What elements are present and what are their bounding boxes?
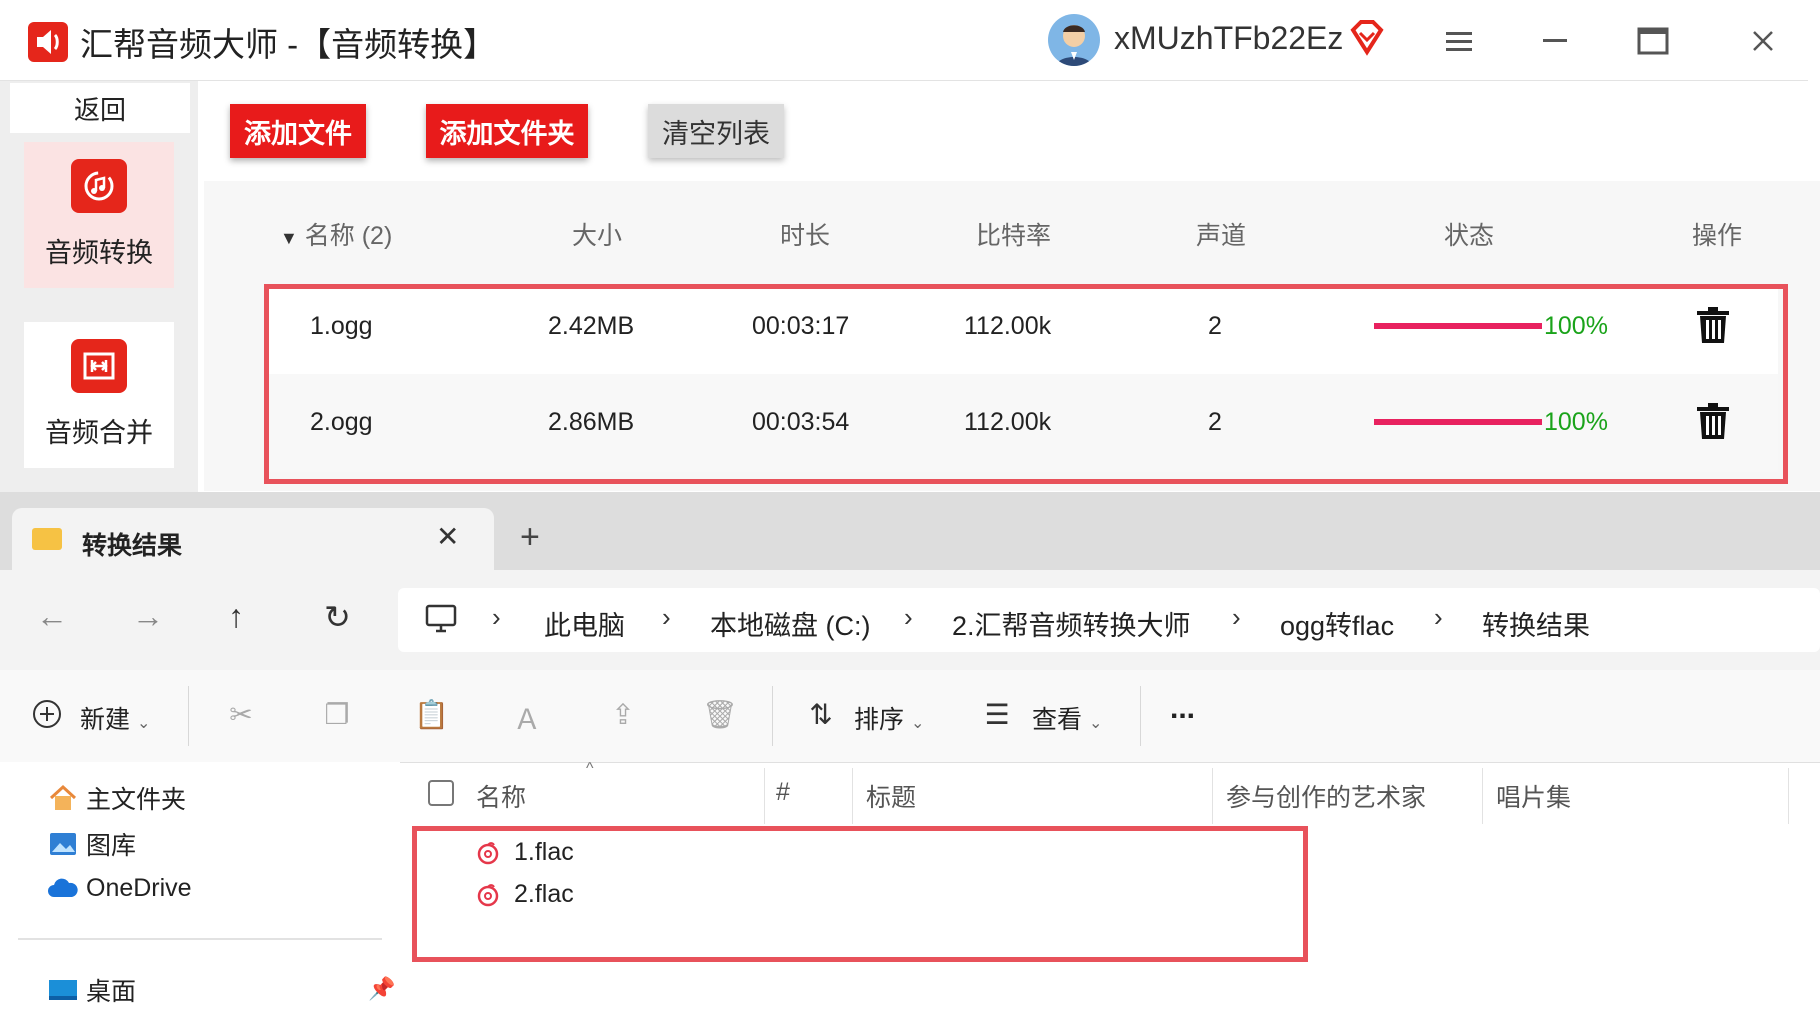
nav-label: 主文件夹 bbox=[86, 786, 187, 814]
divider bbox=[772, 686, 773, 746]
chevron-right-icon: › bbox=[1434, 602, 1443, 632]
rename-icon[interactable]: Ａ bbox=[510, 698, 544, 735]
gallery-icon bbox=[48, 830, 78, 858]
breadcrumb-item[interactable]: 转换结果 bbox=[1482, 604, 1590, 643]
folder-icon bbox=[32, 528, 62, 550]
column-header-action: 操作 bbox=[1692, 222, 1743, 250]
view-list-icon: ☰ bbox=[984, 699, 1010, 730]
chevron-down-icon: ⌄ bbox=[136, 715, 151, 732]
refresh-icon[interactable]: ↻ bbox=[324, 598, 351, 636]
new-tab-icon[interactable]: + bbox=[520, 518, 540, 557]
view-label: 查看 bbox=[1032, 706, 1083, 734]
computer-icon bbox=[424, 604, 458, 634]
sort-up-icon: ^ bbox=[586, 760, 594, 777]
pin-icon[interactable]: 📌 bbox=[368, 976, 395, 1002]
tab-close-icon[interactable]: ✕ bbox=[436, 520, 459, 553]
nav-label: 图库 bbox=[86, 832, 137, 860]
sort-button[interactable]: 排序 ⌄ bbox=[854, 700, 924, 736]
nav-item-onedrive[interactable]: OneDrive bbox=[48, 874, 192, 903]
vip-diamond-icon[interactable] bbox=[1347, 18, 1387, 58]
chevron-down-icon: ⌄ bbox=[1088, 715, 1103, 732]
nav-divider bbox=[18, 938, 382, 940]
nav-item-home[interactable]: 主文件夹 bbox=[48, 780, 186, 816]
cloud-icon bbox=[48, 875, 78, 903]
select-all-checkbox[interactable] bbox=[428, 780, 454, 806]
add-file-button[interactable]: 添加文件 bbox=[230, 104, 366, 158]
column-separator[interactable] bbox=[1788, 768, 1789, 824]
tab-title: 转换结果 bbox=[82, 532, 183, 560]
chevron-right-icon: › bbox=[904, 602, 913, 632]
column-header-bitrate[interactable]: 比特率 bbox=[976, 216, 1051, 252]
maximize-icon[interactable] bbox=[1630, 18, 1676, 64]
new-plus-icon bbox=[30, 698, 64, 732]
nav-item-desktop[interactable]: 桌面 bbox=[48, 972, 136, 1008]
column-header-channels[interactable]: 声道 bbox=[1196, 216, 1246, 252]
nav-label: OneDrive bbox=[86, 874, 192, 902]
cut-icon[interactable]: ✂ bbox=[224, 698, 258, 732]
back-button[interactable]: 返回 bbox=[10, 83, 190, 133]
breadcrumb-item[interactable]: 2.汇帮音频转换大师 bbox=[952, 604, 1191, 643]
column-header-size[interactable]: 大小 bbox=[572, 216, 622, 252]
chevron-right-icon: › bbox=[1232, 602, 1241, 632]
chevron-down-icon: ⌄ bbox=[910, 715, 925, 732]
sidebar-item-label: 音频合并 bbox=[45, 418, 153, 448]
column-header-album[interactable]: 唱片集 bbox=[1496, 778, 1571, 814]
new-label: 新建 bbox=[80, 706, 131, 734]
audio-merge-icon bbox=[71, 339, 127, 393]
paste-icon[interactable]: 📋 bbox=[414, 698, 449, 732]
desktop-icon bbox=[48, 976, 78, 1004]
copy-icon[interactable]: ❐ bbox=[320, 698, 354, 732]
column-header-name[interactable]: ▼ 名称 (2) bbox=[280, 216, 392, 252]
home-icon bbox=[48, 784, 78, 812]
avatar[interactable] bbox=[1048, 14, 1100, 66]
column-header-artist[interactable]: 参与创作的艺术家 bbox=[1226, 778, 1426, 814]
column-separator[interactable] bbox=[764, 768, 765, 824]
sort-down-icon: ▼ bbox=[280, 228, 298, 248]
back-arrow-icon[interactable]: ← bbox=[36, 598, 68, 635]
minimize-icon[interactable] bbox=[1532, 18, 1578, 64]
chevron-right-icon: › bbox=[662, 602, 671, 632]
column-header-number[interactable]: # bbox=[776, 778, 790, 807]
breadcrumb-item[interactable]: 本地磁盘 (C:) bbox=[710, 604, 870, 643]
column-header-name[interactable]: 名称 bbox=[476, 778, 526, 814]
column-header-title[interactable]: 标题 bbox=[866, 778, 916, 814]
column-separator[interactable] bbox=[1212, 768, 1213, 824]
chevron-right-icon: › bbox=[492, 602, 501, 632]
close-icon[interactable] bbox=[1740, 18, 1786, 64]
sidebar-item-label: 音频转换 bbox=[45, 238, 153, 268]
view-button[interactable]: 查看 ⌄ bbox=[1032, 700, 1102, 736]
column-header-status[interactable]: 状态 bbox=[1444, 216, 1494, 252]
share-icon[interactable]: ⇪ bbox=[606, 698, 640, 732]
sort-icon: ⇅ bbox=[809, 699, 833, 730]
username[interactable]: xMUzhTFb22Ez bbox=[1114, 20, 1343, 57]
more-options-icon[interactable]: ... bbox=[1170, 692, 1195, 726]
divider bbox=[188, 686, 189, 746]
nav-label: 桌面 bbox=[86, 978, 137, 1006]
highlight-box bbox=[264, 284, 1788, 484]
nav-item-gallery[interactable]: 图库 bbox=[48, 826, 136, 862]
sort-label: 排序 bbox=[854, 706, 905, 734]
column-header-label: 名称 (2) bbox=[304, 222, 393, 250]
up-arrow-icon[interactable]: ↑ bbox=[228, 598, 244, 635]
audio-convert-icon bbox=[71, 159, 127, 213]
app-title: 汇帮音频大师 -【音频转换】 bbox=[80, 26, 497, 63]
app-logo-icon bbox=[28, 22, 68, 62]
menu-icon[interactable] bbox=[1436, 18, 1482, 64]
column-header-duration[interactable]: 时长 bbox=[780, 216, 830, 252]
add-folder-button[interactable]: 添加文件夹 bbox=[426, 104, 588, 158]
breadcrumb-item[interactable]: ogg转flac bbox=[1280, 604, 1394, 643]
highlight-box bbox=[412, 826, 1308, 962]
divider bbox=[1140, 686, 1141, 746]
sidebar-item-audio-convert[interactable]: 音频转换 bbox=[24, 142, 174, 288]
sidebar-item-audio-merge[interactable]: 音频合并 bbox=[24, 322, 174, 468]
breadcrumb-item[interactable]: 此电脑 bbox=[544, 604, 625, 643]
forward-arrow-icon[interactable]: → bbox=[132, 598, 164, 635]
delete-icon[interactable]: 🗑 bbox=[702, 698, 738, 732]
column-separator[interactable] bbox=[852, 768, 853, 824]
new-button[interactable]: 新建 ⌄ bbox=[80, 700, 150, 736]
column-separator[interactable] bbox=[1482, 768, 1483, 824]
clear-list-button[interactable]: 清空列表 bbox=[648, 104, 784, 158]
